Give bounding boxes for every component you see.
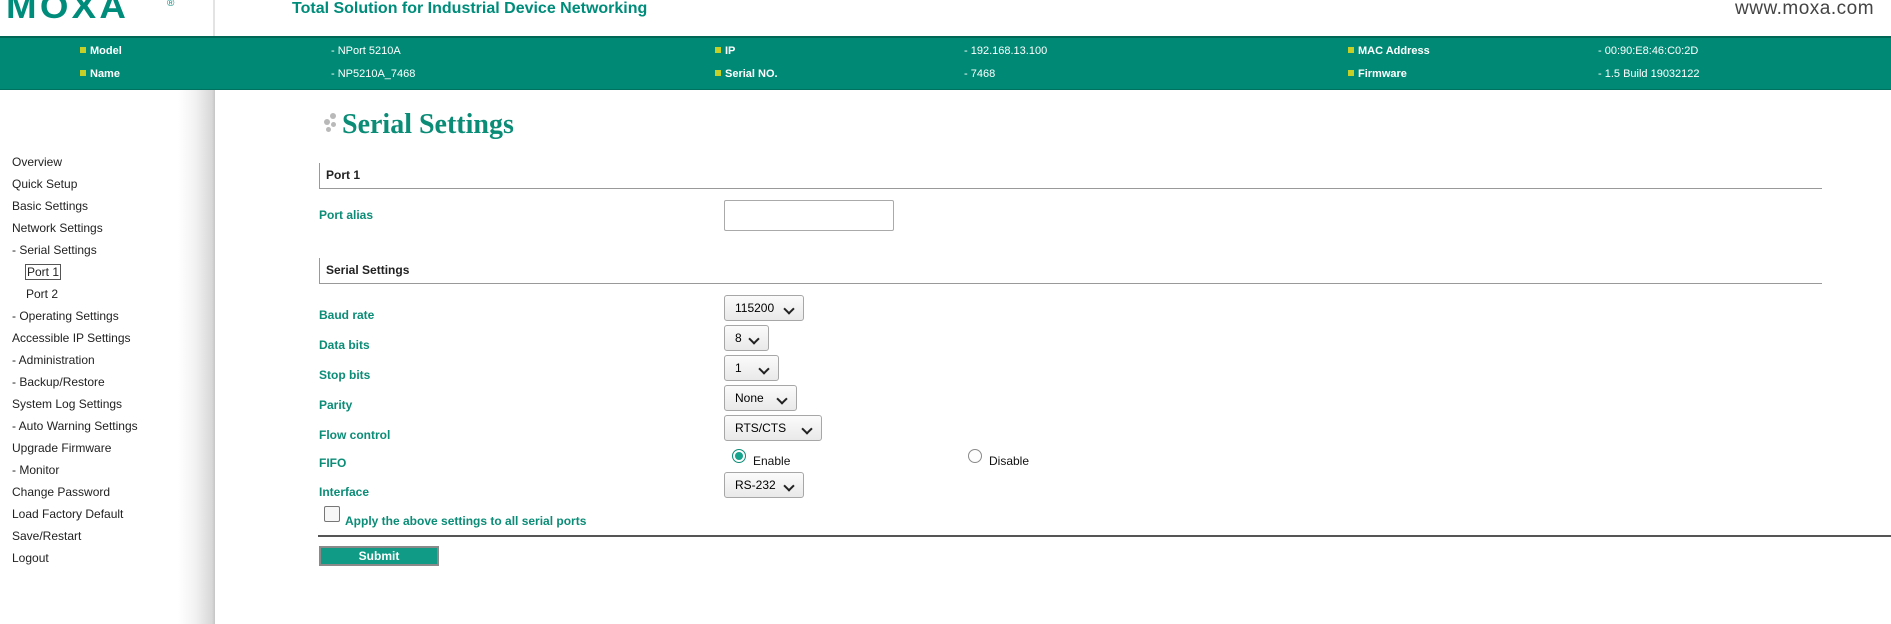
sidebar-item-auto-warning[interactable]: - Auto Warning Settings bbox=[12, 419, 138, 433]
name-label: Name bbox=[80, 67, 120, 81]
ip-value: - 192.168.13.100 bbox=[964, 45, 1048, 57]
firmware-label-text: Firmware bbox=[1358, 68, 1407, 80]
sidebar-item-logout[interactable]: Logout bbox=[12, 551, 49, 565]
sidebar-item-accessible-ip[interactable]: Accessible IP Settings bbox=[12, 331, 131, 345]
sidebar-item-load-factory-default[interactable]: Load Factory Default bbox=[12, 507, 123, 521]
mac-label: MAC Address bbox=[1348, 44, 1430, 58]
tagline: Total Solution for Industrial Device Net… bbox=[292, 0, 648, 17]
bullet-icon bbox=[1348, 47, 1354, 53]
sidebar-item-administration[interactable]: - Administration bbox=[12, 353, 95, 367]
sidebar-item-port-2[interactable]: Port 2 bbox=[26, 287, 58, 301]
model-label-text: Model bbox=[90, 45, 122, 57]
bullet-icon bbox=[80, 70, 86, 76]
interface-value: RS-232 bbox=[735, 478, 776, 492]
ip-label: IP bbox=[715, 44, 735, 58]
firmware-label: Firmware bbox=[1348, 67, 1407, 81]
submit-button[interactable]: Submit bbox=[319, 546, 439, 566]
name-value: - NP5210A_7468 bbox=[331, 68, 416, 80]
data-bits-select[interactable]: 8 bbox=[724, 325, 769, 351]
title-dots-icon bbox=[322, 109, 338, 137]
data-bits-value: 8 bbox=[735, 331, 742, 345]
apply-all-label[interactable]: Apply the above settings to all serial p… bbox=[345, 514, 586, 528]
chevron-down-icon bbox=[783, 303, 795, 315]
chevron-down-icon bbox=[801, 423, 813, 435]
sidebar-item-change-password[interactable]: Change Password bbox=[12, 485, 110, 499]
sidebar-item-network-settings[interactable]: Network Settings bbox=[12, 221, 103, 235]
mac-label-text: MAC Address bbox=[1358, 45, 1430, 57]
info-row-1: Model - NPort 5210A IP - 192.168.13.100 … bbox=[0, 44, 1891, 62]
data-bits-label: Data bits bbox=[319, 338, 370, 352]
chevron-down-icon bbox=[748, 333, 760, 345]
interface-label: Interface bbox=[319, 485, 370, 499]
sidebar-item-system-log[interactable]: System Log Settings bbox=[12, 397, 122, 411]
section-port-1: Port 1 bbox=[319, 163, 1822, 189]
mac-value: - 00:90:E8:46:C0:2D bbox=[1598, 45, 1699, 57]
sidebar-item-serial-settings[interactable]: - Serial Settings bbox=[12, 243, 97, 257]
stop-bits-label: Stop bits bbox=[319, 368, 371, 382]
chevron-down-icon bbox=[783, 480, 795, 492]
model-value: - NPort 5210A bbox=[331, 45, 401, 57]
sidebar-item-overview[interactable]: Overview bbox=[12, 155, 62, 169]
stop-bits-select[interactable]: 1 bbox=[724, 355, 779, 381]
flow-control-select[interactable]: RTS/CTS bbox=[724, 415, 822, 441]
website-link[interactable]: www.moxa.com bbox=[1735, 0, 1874, 20]
sidebar-item-save-restart[interactable]: Save/Restart bbox=[12, 529, 81, 543]
model-label: Model bbox=[80, 44, 122, 58]
logo-divider bbox=[213, 0, 215, 36]
serial-value: - 7468 bbox=[964, 68, 996, 80]
flow-control-value: RTS/CTS bbox=[735, 421, 787, 435]
bullet-icon bbox=[1348, 70, 1354, 76]
divider bbox=[318, 535, 1891, 537]
ip-label-text: IP bbox=[725, 45, 736, 57]
sidebar-item-operating-settings[interactable]: - Operating Settings bbox=[12, 309, 119, 323]
section-serial-settings: Serial Settings bbox=[319, 258, 1822, 284]
moxa-logo[interactable]: MOXA bbox=[6, 0, 129, 27]
main-content: Serial Settings Port 1 Port alias Serial… bbox=[215, 90, 1891, 624]
registered-mark: ® bbox=[167, 0, 175, 9]
chevron-down-icon bbox=[776, 393, 788, 405]
sidebar-item-backup-restore[interactable]: - Backup/Restore bbox=[12, 375, 105, 389]
device-info-bar: Model - NPort 5210A IP - 192.168.13.100 … bbox=[0, 36, 1891, 90]
sidebar-item-port-1[interactable]: Port 1 bbox=[24, 264, 62, 280]
baud-rate-label: Baud rate bbox=[319, 308, 375, 322]
serial-label-text: Serial NO. bbox=[725, 68, 778, 80]
stop-bits-value: 1 bbox=[735, 361, 742, 375]
port-alias-label: Port alias bbox=[319, 208, 374, 222]
interface-select[interactable]: RS-232 bbox=[724, 472, 804, 498]
port-alias-input[interactable] bbox=[724, 200, 894, 231]
name-label-text: Name bbox=[90, 68, 120, 80]
page-title: Serial Settings bbox=[342, 109, 514, 140]
sidebar-item-monitor[interactable]: - Monitor bbox=[12, 463, 59, 477]
apply-all-checkbox[interactable] bbox=[324, 506, 340, 522]
bullet-icon bbox=[80, 47, 86, 53]
info-row-2: Name - NP5210A_7468 Serial NO. - 7468 Fi… bbox=[0, 67, 1891, 85]
fifo-disable-text: Disable bbox=[989, 454, 1030, 468]
fifo-label: FIFO bbox=[319, 456, 347, 470]
parity-label: Parity bbox=[319, 398, 353, 412]
fifo-enable-text: Enable bbox=[753, 454, 791, 468]
sidebar-item-quick-setup[interactable]: Quick Setup bbox=[12, 177, 77, 191]
sidebar-item-upgrade-firmware[interactable]: Upgrade Firmware bbox=[12, 441, 111, 455]
bullet-icon bbox=[715, 70, 721, 76]
bullet-icon bbox=[715, 47, 721, 53]
firmware-value: - 1.5 Build 19032122 bbox=[1598, 68, 1700, 80]
parity-select[interactable]: None bbox=[724, 385, 797, 411]
parity-value: None bbox=[735, 391, 764, 405]
fifo-enable-radio[interactable] bbox=[732, 449, 746, 463]
header: MOXA ® Total Solution for Industrial Dev… bbox=[0, 0, 1891, 36]
chevron-down-icon bbox=[758, 363, 770, 375]
baud-rate-value: 115200 bbox=[735, 301, 775, 315]
fifo-disable-radio[interactable] bbox=[968, 449, 982, 463]
sidebar-item-basic-settings[interactable]: Basic Settings bbox=[12, 199, 88, 213]
flow-control-label: Flow control bbox=[319, 428, 391, 442]
serial-label: Serial NO. bbox=[715, 67, 778, 81]
baud-rate-select[interactable]: 115200 bbox=[724, 295, 804, 321]
sidebar: Overview Quick Setup Basic Settings Netw… bbox=[0, 90, 215, 624]
